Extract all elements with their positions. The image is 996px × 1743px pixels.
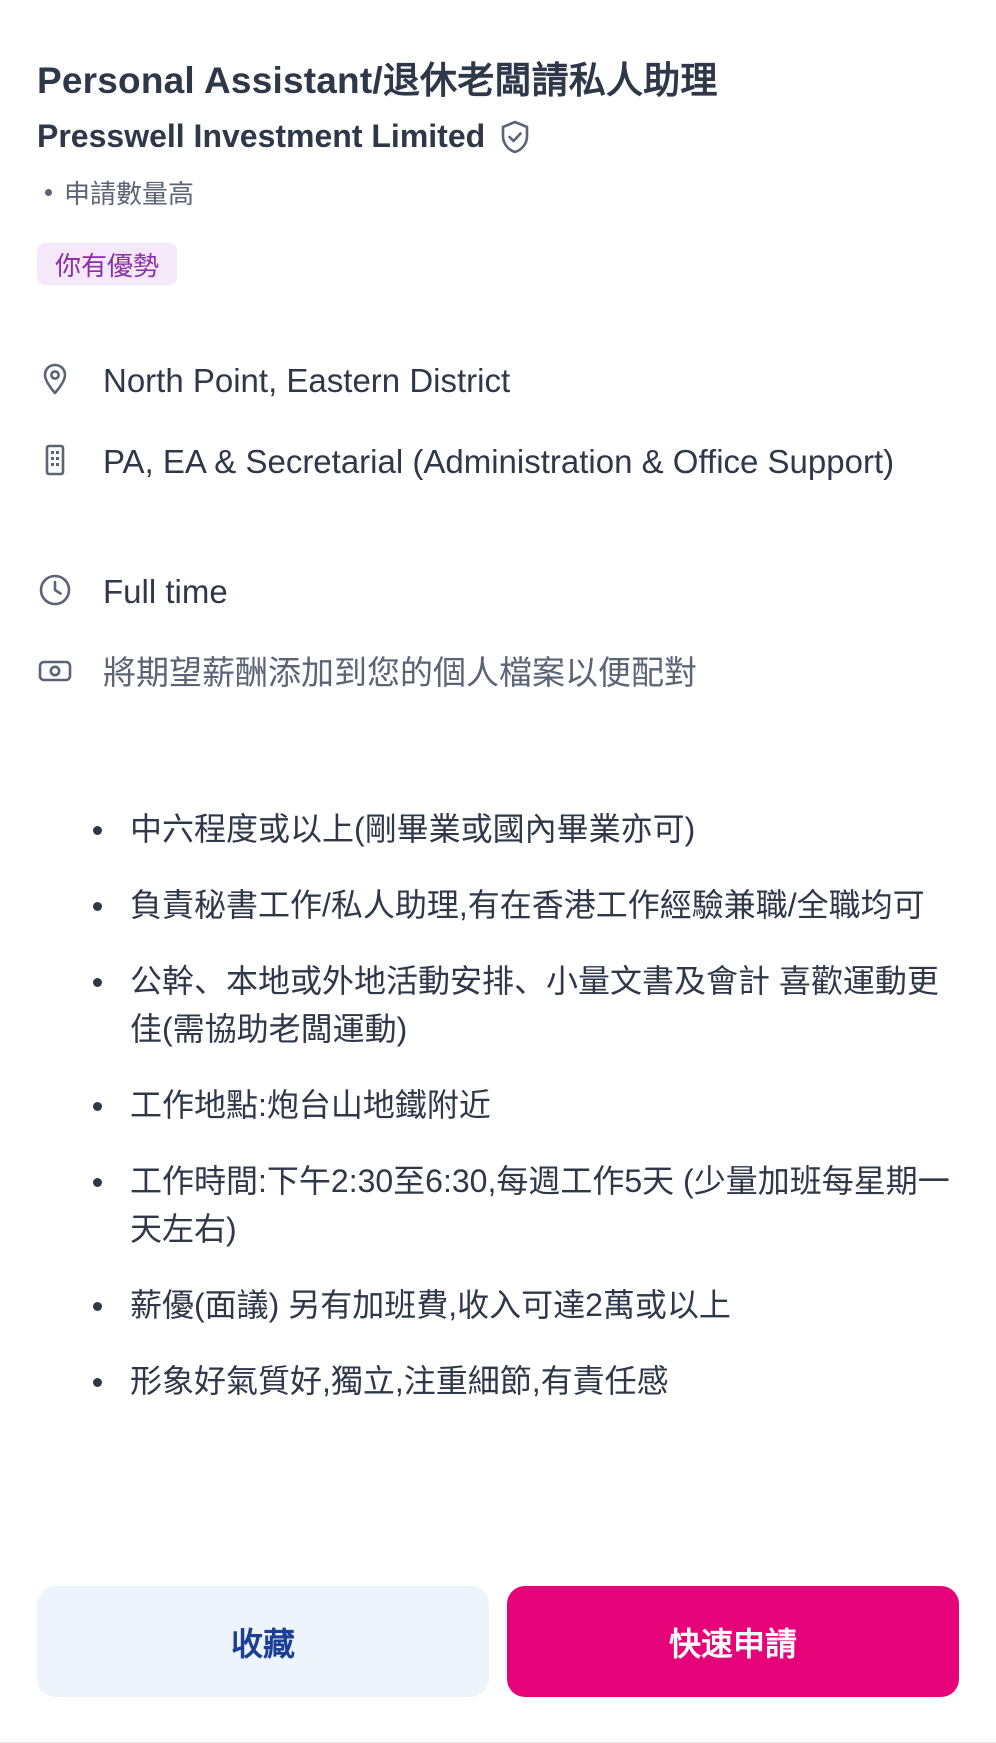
save-button[interactable]: 收藏 xyxy=(37,1586,489,1697)
list-item: 負責秘書工作/私人助理,有在香港工作經驗兼職/全職均可 xyxy=(88,881,968,929)
category-text: PA, EA & Secretarial (Administration & O… xyxy=(103,443,895,480)
salary-prompt-link[interactable]: 將期望薪酬添加到您的個人檔案以便配對 xyxy=(103,647,697,699)
list-item: 形象好氣質好,獨立,注重細節,有責任感 xyxy=(88,1357,968,1405)
bullet-dot xyxy=(93,1102,102,1111)
money-icon xyxy=(38,660,72,682)
list-item-text: 工作地點:炮台山地鐵附近 xyxy=(130,1087,491,1123)
advantage-badge: 你有優勢 xyxy=(37,243,178,285)
list-item: 中六程度或以上(剛畢業或國內畢業亦可) xyxy=(88,805,968,853)
job-description-list: 中六程度或以上(剛畢業或國內畢業亦可) 負責秘書工作/私人助理,有在香港工作經驗… xyxy=(88,805,968,1433)
job-title: Personal Assistant/退休老闆請私人助理 xyxy=(37,60,718,101)
list-item-text: 中六程度或以上(剛畢業或國內畢業亦可) xyxy=(130,811,696,847)
application-volume-text: 申請數量高 xyxy=(64,179,195,209)
quick-apply-button[interactable]: 快速申請 xyxy=(507,1586,959,1697)
list-item: 公幹、本地或外地活動安排、小量文書及會計 喜歡運動更佳(需協助老闆運動) xyxy=(88,957,968,1053)
bullet-dot xyxy=(93,1378,102,1387)
building-icon xyxy=(45,444,65,476)
bullet-dot xyxy=(93,1178,102,1187)
job-detail-page: Personal Assistant/退休老闆請私人助理 Presswell I… xyxy=(0,0,996,1743)
shield-check-icon[interactable] xyxy=(499,119,531,155)
map-pin-icon xyxy=(43,363,67,395)
bullet-dot xyxy=(93,978,102,987)
company-row: Presswell Investment Limited xyxy=(37,118,531,155)
category-row: PA, EA & Secretarial (Administration & O… xyxy=(37,436,937,488)
company-name[interactable]: Presswell Investment Limited xyxy=(37,118,485,155)
clock-icon xyxy=(39,574,71,606)
bullet-dot xyxy=(93,826,102,835)
location-row: North Point, Eastern District xyxy=(37,355,937,407)
work-type-row: Full time xyxy=(37,566,937,618)
bullet-dot xyxy=(93,902,102,911)
bullet-dot xyxy=(45,189,52,196)
list-item-text: 負責秘書工作/私人助理,有在香港工作經驗兼職/全職均可 xyxy=(130,887,925,923)
bullet-dot xyxy=(93,1302,102,1311)
list-item: 工作時間:下午2:30至6:30,每週工作5天 (少量加班每星期一天左右) xyxy=(88,1157,968,1253)
list-item-text: 薪優(面議) 另有加班費,收入可達2萬或以上 xyxy=(130,1287,731,1323)
salary-row[interactable]: 將期望薪酬添加到您的個人檔案以便配對 xyxy=(37,647,937,699)
list-item-text: 公幹、本地或外地活動安排、小量文書及會計 喜歡運動更佳(需協助老闆運動) xyxy=(130,963,939,1047)
list-item: 工作地點:炮台山地鐵附近 xyxy=(88,1081,968,1129)
list-item-text: 工作時間:下午2:30至6:30,每週工作5天 (少量加班每星期一天左右) xyxy=(130,1163,950,1247)
application-volume: 申請數量高 xyxy=(45,174,194,211)
work-type-text: Full time xyxy=(103,573,228,610)
list-item-text: 形象好氣質好,獨立,注重細節,有責任感 xyxy=(130,1363,669,1399)
location-text: North Point, Eastern District xyxy=(103,362,511,399)
list-item: 薪優(面議) 另有加班費,收入可達2萬或以上 xyxy=(88,1281,968,1329)
